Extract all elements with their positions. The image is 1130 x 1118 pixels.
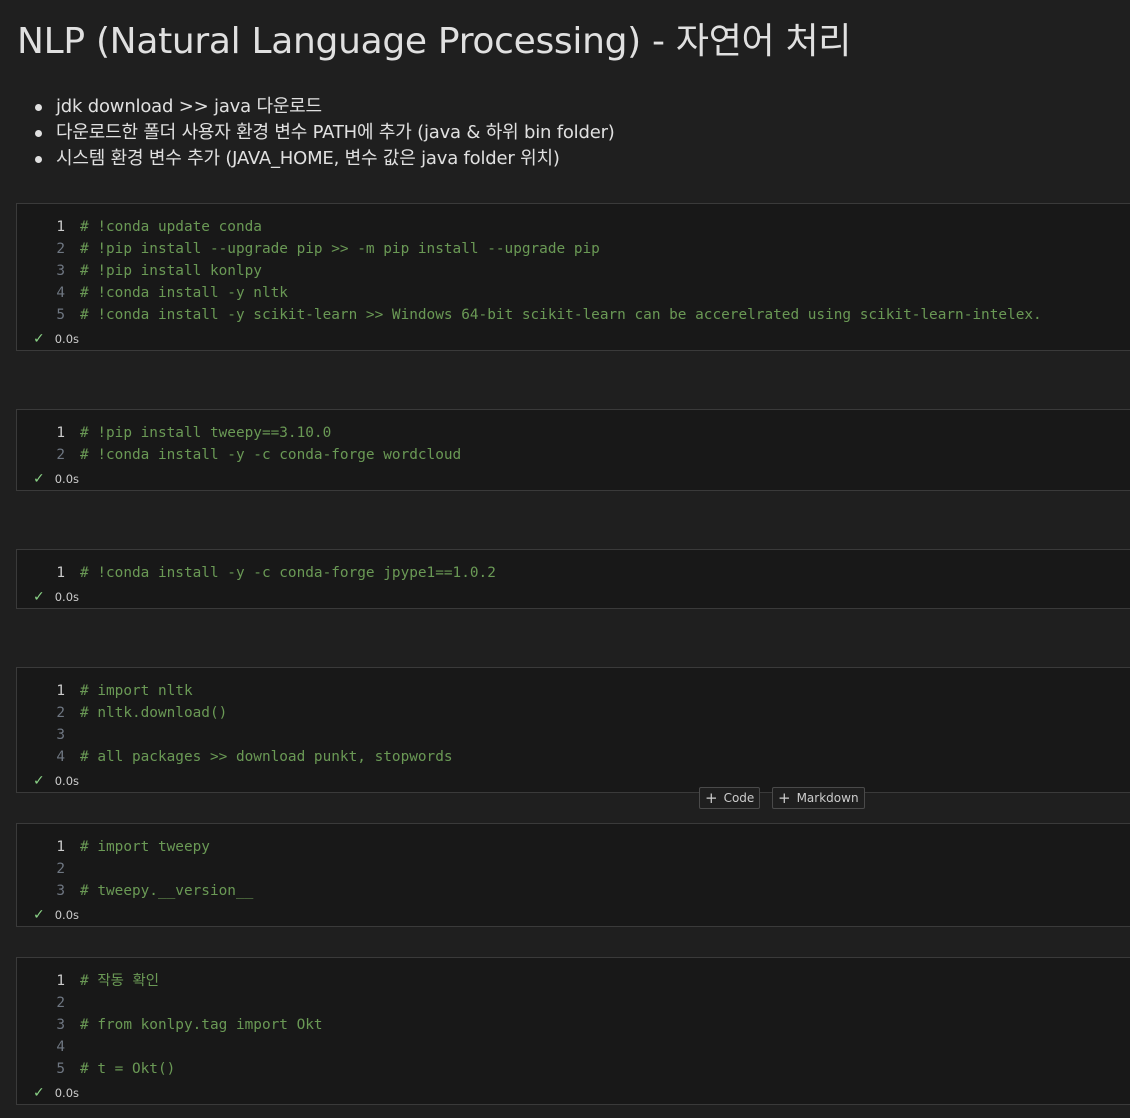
check-icon: ✓: [33, 907, 45, 923]
line-number: 1: [56, 973, 65, 989]
execution-status: ✓ 0.0s: [33, 1085, 79, 1101]
code-line[interactable]: 1 # !conda update conda: [17, 216, 1042, 238]
check-icon: ✓: [33, 773, 45, 789]
line-number: 1: [56, 839, 65, 855]
line-number: 3: [56, 263, 65, 279]
execution-time: 0.0s: [54, 1086, 80, 1100]
execution-time: 0.0s: [54, 472, 80, 486]
bullet-item: 다운로드한 폴더 사용자 환경 변수 PATH에 추가 (java & 하위 b…: [34, 120, 615, 146]
code-cell[interactable]: 1 # !pip install tweepy==3.10.0 2 # !conda …: [16, 409, 1130, 491]
code-line[interactable]: 2 # nltk.download(): [17, 702, 453, 724]
plus-icon: +: [778, 788, 791, 807]
code-line[interactable]: 4: [17, 1036, 323, 1058]
notebook-page: NLP (Natural Language Processing) - 자연어 …: [0, 0, 1130, 1118]
code-comment: # !conda install -y -c conda-forge wordc…: [80, 447, 462, 463]
code-line[interactable]: 1 # !pip install tweepy==3.10.0: [17, 422, 461, 444]
execution-status: ✓ 0.0s: [33, 589, 79, 605]
execution-time: 0.0s: [54, 908, 80, 922]
code-cell[interactable]: 1 # import tweepy 2 3 # tweepy.__version__ ✓…: [16, 823, 1130, 927]
line-number: 4: [56, 749, 65, 765]
markdown-title: NLP (Natural Language Processing) - 자연어 …: [17, 21, 852, 62]
code-comment: # !conda install -y nltk: [80, 285, 288, 301]
check-icon: ✓: [33, 1085, 45, 1101]
check-icon: ✓: [33, 589, 45, 605]
line-number: 1: [56, 425, 65, 441]
code-line[interactable]: 1 # !conda install -y -c conda-forge jpyp…: [17, 562, 496, 584]
code-line[interactable]: 5 # t = Okt(): [17, 1058, 323, 1080]
line-number: 3: [56, 883, 65, 899]
code-editor[interactable]: 1 # 작동 확인 2 3 # from konlpy.tag import Okt 4 5…: [17, 970, 323, 1080]
line-number: 2: [56, 995, 65, 1011]
code-cell[interactable]: 1 # import nltk 2 # nltk.download() 3 4 # all …: [16, 667, 1130, 793]
markdown-bullet-list: jdk download >> java 다운로드 다운로드한 폴더 사용자 환…: [34, 94, 615, 172]
line-number: 1: [56, 219, 65, 235]
add-code-label: Code: [723, 791, 755, 805]
code-cell[interactable]: 1 # !conda update conda 2 # !pip install --…: [16, 203, 1130, 351]
add-markdown-cell-button[interactable]: + Markdown: [772, 787, 865, 809]
code-line[interactable]: 3 # !pip install konlpy: [17, 260, 1042, 282]
execution-status: ✓ 0.0s: [33, 471, 79, 487]
line-number: 5: [56, 1061, 65, 1077]
code-editor[interactable]: 1 # !pip install tweepy==3.10.0 2 # !conda …: [17, 422, 461, 466]
line-number: 3: [56, 727, 65, 743]
code-editor[interactable]: 1 # !conda install -y -c conda-forge jpyp…: [17, 562, 496, 584]
code-editor[interactable]: 1 # !conda update conda 2 # !pip install --…: [17, 216, 1042, 326]
code-comment: # all packages >> download punkt, stopwo…: [80, 749, 453, 765]
code-cell[interactable]: 1 # 작동 확인 2 3 # from konlpy.tag import Okt 4 5…: [16, 957, 1130, 1105]
bullet-item: 시스템 환경 변수 추가 (JAVA_HOME, 변수 값은 java fold…: [34, 146, 615, 172]
execution-time: 0.0s: [54, 774, 80, 788]
code-comment: # !conda install -y scikit-learn >> Wind…: [80, 307, 1042, 323]
line-number: 1: [56, 565, 65, 581]
plus-icon: +: [705, 788, 718, 807]
code-comment: # !pip install konlpy: [80, 263, 262, 279]
execution-status: ✓ 0.0s: [33, 907, 79, 923]
line-number: 3: [56, 1017, 65, 1033]
code-comment: # !pip install tweepy==3.10.0: [80, 425, 332, 441]
line-number: 4: [56, 1039, 65, 1055]
code-comment: # tweepy.__version__: [80, 883, 254, 899]
execution-time: 0.0s: [54, 332, 80, 346]
add-code-cell-button[interactable]: + Code: [699, 787, 761, 809]
execution-time: 0.0s: [54, 590, 80, 604]
code-line[interactable]: 1 # import tweepy: [17, 836, 253, 858]
code-editor[interactable]: 1 # import tweepy 2 3 # tweepy.__version__: [17, 836, 253, 902]
line-number: 1: [56, 683, 65, 699]
execution-status: ✓ 0.0s: [33, 331, 79, 347]
code-line[interactable]: 2 # !pip install --upgrade pip >> -m pip …: [17, 238, 1042, 260]
code-comment: # !conda install -y -c conda-forge jpype…: [80, 565, 496, 581]
code-line[interactable]: 3: [17, 724, 453, 746]
check-icon: ✓: [33, 471, 45, 487]
code-line[interactable]: 4 # !conda install -y nltk: [17, 282, 1042, 304]
execution-status: ✓ 0.0s: [33, 773, 79, 789]
check-icon: ✓: [33, 331, 45, 347]
code-line[interactable]: 2: [17, 992, 323, 1014]
code-comment: # import nltk: [80, 683, 193, 699]
code-line[interactable]: 2 # !conda install -y -c conda-forge word…: [17, 444, 461, 466]
code-line[interactable]: 4 # all packages >> download punkt, stopw…: [17, 746, 453, 768]
code-comment: # t = Okt(): [80, 1061, 176, 1077]
line-number: 2: [56, 861, 65, 877]
code-line[interactable]: 5 # !conda install -y scikit-learn >> Win…: [17, 304, 1042, 326]
code-editor[interactable]: 1 # import nltk 2 # nltk.download() 3 4 # all …: [17, 680, 453, 768]
code-line[interactable]: 3 # tweepy.__version__: [17, 880, 253, 902]
code-comment: # !pip install --upgrade pip >> -m pip i…: [80, 241, 600, 257]
code-line[interactable]: 2: [17, 858, 253, 880]
code-line[interactable]: 1 # 작동 확인: [17, 970, 323, 992]
code-comment: # !conda update conda: [80, 219, 262, 235]
line-number: 2: [56, 241, 65, 257]
line-number: 2: [56, 705, 65, 721]
line-number: 4: [56, 285, 65, 301]
code-line[interactable]: 3 # from konlpy.tag import Okt: [17, 1014, 323, 1036]
code-comment: # nltk.download(): [80, 705, 228, 721]
line-number: 5: [56, 307, 65, 323]
code-comment: # from konlpy.tag import Okt: [80, 1017, 323, 1033]
code-comment: # import tweepy: [80, 839, 210, 855]
line-number: 2: [56, 447, 65, 463]
code-comment: # 작동 확인: [80, 973, 159, 989]
code-cell[interactable]: 1 # !conda install -y -c conda-forge jpyp…: [16, 549, 1130, 609]
bullet-item: jdk download >> java 다운로드: [34, 94, 615, 120]
code-line[interactable]: 1 # import nltk: [17, 680, 453, 702]
add-markdown-label: Markdown: [796, 791, 859, 805]
